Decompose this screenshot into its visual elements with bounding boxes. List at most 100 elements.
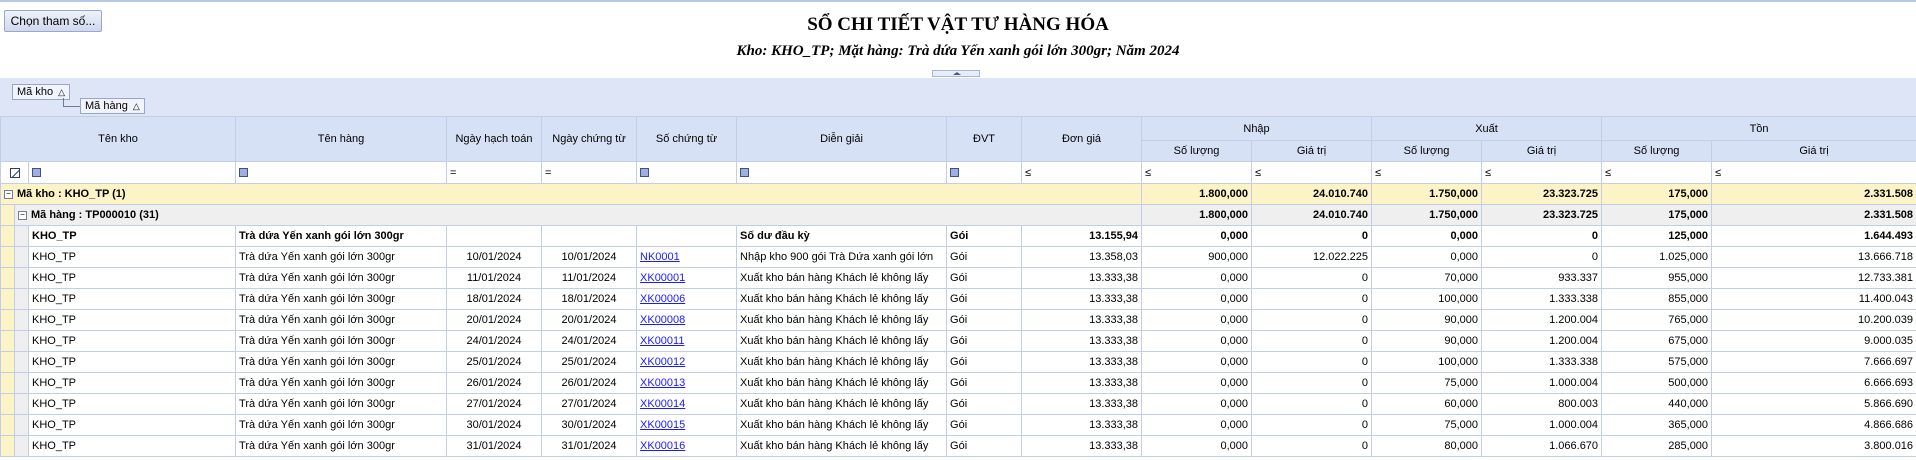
group-chip-item[interactable]: Mã hàng △ [80,98,145,114]
table-row[interactable]: KHO_TP Trà dứa Yến xanh gói lớn 300gr 20… [0,309,1916,331]
col-header-stock-value[interactable]: Giá trị [1711,140,1916,162]
cell-unit-price: 13.333,38 [1021,372,1143,394]
col-header-posting-date[interactable]: Ngày hạch toán [446,116,543,162]
cell-stock-qty: 285,000 [1601,435,1713,457]
cell-voucher-no [636,225,738,247]
filter-cell-item[interactable] [235,161,448,184]
table-row[interactable]: KHO_TP Trà dứa Yến xanh gói lớn 300gr 31… [0,435,1916,457]
group-chip-warehouse[interactable]: Mã kho △ [12,84,70,100]
filter-condition-icon [640,168,650,178]
filter-op-le: ≤ [1715,166,1722,179]
cell-voucher-date: 24/01/2024 [541,330,638,352]
row-indent [14,288,29,310]
report-subtitle: Kho: KHO_TP; Mặt hàng: Trà dứa Yến xanh … [736,43,1180,59]
table-row[interactable]: KHO_TP Trà dứa Yến xanh gói lớn 300gr 26… [0,372,1916,394]
group-row-warehouse[interactable]: − Mã kho : KHO_TP (1) 1.800,000 24.010.74… [0,183,1916,205]
table-row[interactable]: KHO_TP Trà dứa Yến xanh gói lớn 300gr 11… [0,267,1916,289]
filter-cell-posting-date[interactable]: = [446,161,543,184]
table-row[interactable]: KHO_TP Trà dứa Yến xanh gói lớn 300gr 25… [0,351,1916,373]
table-row[interactable]: KHO_TP Trà dứa Yến xanh gói lớn 300gr 10… [0,246,1916,268]
cell-voucher-date: 11/01/2024 [541,267,638,289]
voucher-link[interactable]: XK00006 [640,293,685,305]
cell-description: Xuất kho bán hàng Khách lẻ không lấy [736,393,948,415]
filter-cell-out-qty[interactable]: ≤ [1371,161,1483,184]
filter-cell-stock-value[interactable]: ≤ [1711,161,1916,184]
group-stock-qty: 175,000 [1601,183,1713,205]
ledger-grid: Tên kho Tên hàng Ngày hạch toán Ngày chứ… [0,116,1916,457]
col-header-stock-qty[interactable]: Số lượng [1601,140,1713,162]
group-row-item[interactable]: − Mã hàng : TP000010 (31) 1.800,000 24.01… [0,204,1916,226]
col-header-in-qty[interactable]: Số lượng [1141,140,1253,162]
col-header-out[interactable]: Xuất [1371,116,1603,141]
voucher-link[interactable]: XK00008 [640,314,685,326]
filter-op-le: ≤ [1375,166,1382,179]
voucher-link[interactable]: NK0001 [640,251,680,263]
col-header-warehouse[interactable]: Tên kho [0,116,237,162]
col-header-voucher-date[interactable]: Ngày chứng từ [541,116,638,162]
filter-cell-in-value[interactable]: ≤ [1251,161,1373,184]
cell-unit: Gói [946,309,1023,331]
cell-stock-qty: 365,000 [1601,414,1713,436]
voucher-link[interactable]: XK00001 [640,272,685,284]
table-row[interactable]: KHO_TP Trà dứa Yến xanh gói lớn 300gr 18… [0,288,1916,310]
col-header-out-qty[interactable]: Số lượng [1371,140,1483,162]
collapse-icon[interactable]: − [18,210,27,220]
group-stock-value: 2.331.508 [1711,183,1916,205]
col-header-unit-price[interactable]: Đơn giá [1021,116,1143,162]
filter-cell-stock-qty[interactable]: ≤ [1601,161,1713,184]
filter-cell-voucher-no[interactable] [636,161,738,184]
cell-voucher-no: XK00012 [636,351,738,373]
filter-cell-out-value[interactable]: ≤ [1481,161,1603,184]
col-header-in[interactable]: Nhập [1141,116,1373,141]
filter-cell-voucher-date[interactable]: = [541,161,638,184]
filter-cell-unit[interactable] [946,161,1023,184]
cell-description: Nhập kho 900 gói Trà Dứa xanh gói lớn [736,246,948,268]
report-title: SỔ CHI TIẾT VẬT TƯ HÀNG HÓA [807,14,1109,35]
voucher-link[interactable]: XK00016 [640,440,685,452]
voucher-link[interactable]: XK00011 [640,335,684,347]
filter-cell-in-qty[interactable]: ≤ [1141,161,1253,184]
col-header-in-value[interactable]: Giá trị [1251,140,1373,162]
table-row[interactable]: KHO_TP Trà dứa Yến xanh gói lớn 300gr 30… [0,414,1916,436]
cell-out-qty: 75,000 [1371,372,1483,394]
cell-unit: Gói [946,414,1023,436]
voucher-link[interactable]: XK00013 [640,377,685,389]
filter-condition-icon [740,168,750,178]
cell-voucher-date: 25/01/2024 [541,351,638,373]
group-chip-label: Mã hàng [85,100,128,112]
row-indent [0,393,15,415]
filter-cell-warehouse[interactable] [27,161,237,184]
cell-item: Trà dứa Yến xanh gói lớn 300gr [235,393,448,415]
table-row[interactable]: KHO_TP Trà dứa Yến xanh gói lớn 300gr 27… [0,393,1916,415]
row-indent [14,309,29,331]
filter-cell-description[interactable] [736,161,948,184]
table-row[interactable]: KHO_TP Trà dứa Yến xanh gói lớn 300gr Số… [0,225,1916,247]
filter-op-le: ≤ [1485,166,1492,179]
cell-stock-value: 1.644.493 [1711,225,1916,247]
group-in-value: 24.010.740 [1251,183,1373,205]
group-label: Mã hàng : TP000010 (31) [31,209,159,221]
filter-cell-unit-price[interactable]: ≤ [1021,161,1143,184]
cell-unit-price: 13.333,38 [1021,414,1143,436]
filter-clear-button[interactable] [0,161,29,184]
cell-item: Trà dứa Yến xanh gói lớn 300gr [235,351,448,373]
row-indent [0,351,15,373]
cell-out-qty: 75,000 [1371,414,1483,436]
col-header-voucher-no[interactable]: Số chứng từ [636,116,738,162]
col-header-out-value[interactable]: Giá trị [1481,140,1603,162]
table-row[interactable]: KHO_TP Trà dứa Yến xanh gói lớn 300gr 24… [0,330,1916,352]
col-header-description[interactable]: Diễn giải [736,116,948,162]
col-header-item[interactable]: Tên hàng [235,116,448,162]
col-header-stock[interactable]: Tồn [1601,116,1916,141]
col-header-unit[interactable]: ĐVT [946,116,1023,162]
cell-voucher-date: 27/01/2024 [541,393,638,415]
row-indent [0,372,15,394]
cell-out-value: 1.333.338 [1481,288,1603,310]
row-indent [14,393,29,415]
filter-condition-icon [239,168,249,178]
voucher-link[interactable]: XK00012 [640,356,685,368]
collapse-icon[interactable]: − [4,189,13,199]
collapse-header-handle[interactable] [932,70,980,77]
voucher-link[interactable]: XK00015 [640,419,685,431]
voucher-link[interactable]: XK00014 [640,398,685,410]
